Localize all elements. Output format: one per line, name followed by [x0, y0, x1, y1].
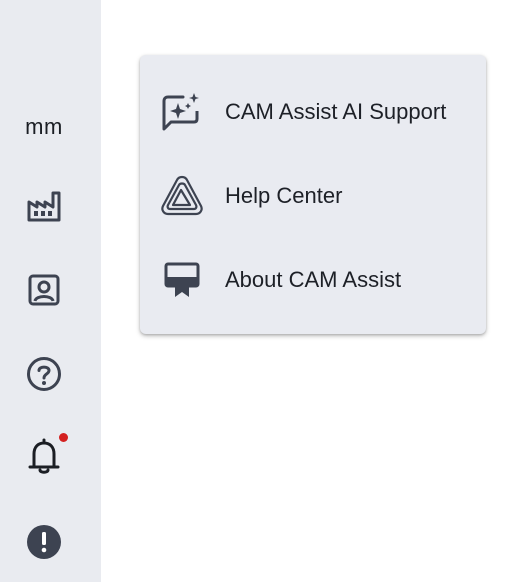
menu-item-label: CAM Assist AI Support: [225, 99, 447, 124]
triangle-logo-icon: [160, 174, 204, 218]
ai-chat-sparkle-icon: [160, 90, 204, 134]
help-menu: CAM Assist AI Support Help Center About …: [140, 55, 486, 334]
factory-icon: [26, 188, 62, 224]
notifications-button[interactable]: [0, 433, 88, 476]
unit-label: mm: [25, 114, 63, 139]
menu-item-label: Help Center: [225, 183, 343, 208]
menu-item-about[interactable]: About CAM Assist: [140, 245, 486, 315]
menu-item-ai-support[interactable]: CAM Assist AI Support: [140, 77, 486, 147]
unit-toggle[interactable]: mm: [0, 110, 88, 144]
alert-button[interactable]: [0, 522, 88, 562]
account-box-icon: [26, 272, 62, 308]
help-button[interactable]: [0, 354, 88, 394]
sidebar: mm: [0, 0, 101, 582]
help-circle-icon: [25, 355, 63, 393]
machines-button[interactable]: [0, 186, 88, 226]
alert-circle-icon: [25, 523, 63, 561]
menu-item-help-center[interactable]: Help Center: [140, 161, 486, 231]
menu-item-label: About CAM Assist: [225, 267, 402, 292]
account-button[interactable]: [0, 270, 88, 310]
certificate-icon: [160, 258, 204, 302]
notification-badge: [59, 433, 68, 442]
bell-icon: [26, 436, 62, 476]
